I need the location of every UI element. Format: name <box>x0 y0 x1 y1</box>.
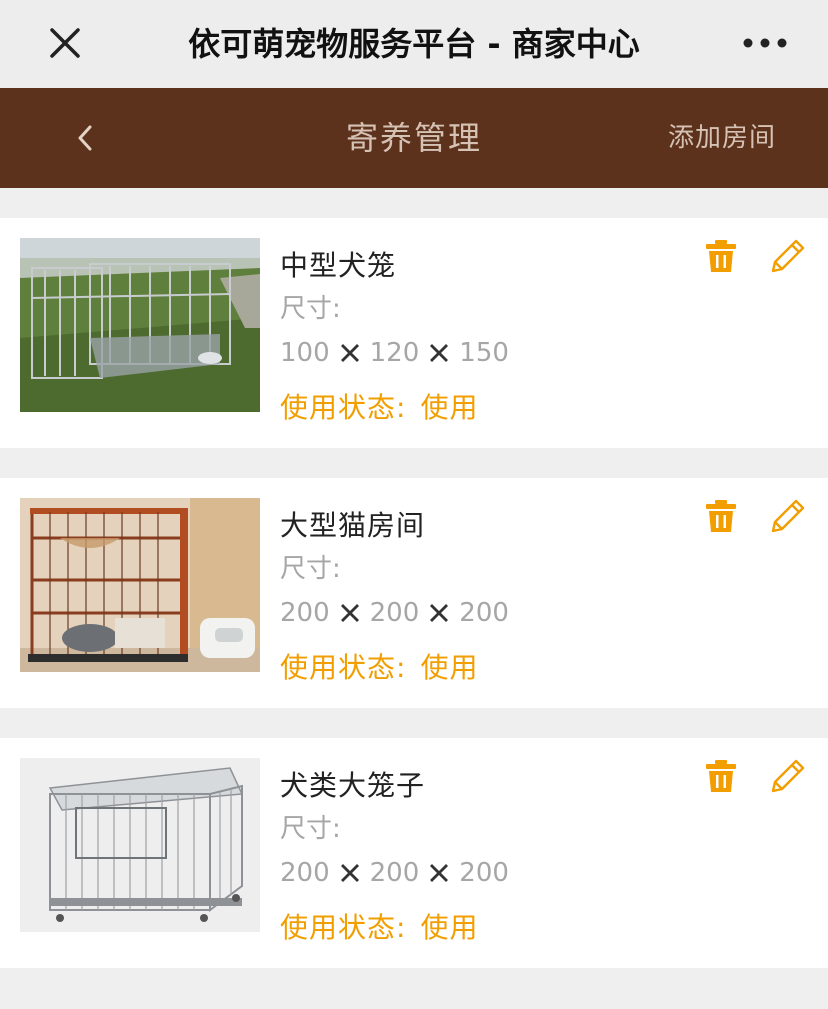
room-dimensions: 200 200 200 <box>280 858 509 888</box>
pencil-icon[interactable] <box>770 758 806 794</box>
pencil-icon[interactable] <box>770 498 806 534</box>
times-icon <box>430 344 449 362</box>
room-photo-steel-cage <box>20 758 260 932</box>
room-list: 中型犬笼 尺寸: 100 120 150 使用状态: 使用 大型猫房间 尺寸: … <box>0 218 828 998</box>
status-value: 使用 <box>420 911 479 944</box>
trash-icon[interactable] <box>704 238 738 274</box>
room-card[interactable]: 中型犬笼 尺寸: 100 120 150 使用状态: 使用 <box>0 218 828 448</box>
status-value: 使用 <box>420 651 479 684</box>
more-icon[interactable] <box>742 34 788 52</box>
trash-icon[interactable] <box>704 498 738 534</box>
room-dimensions: 200 200 200 <box>280 598 509 628</box>
room-card[interactable]: 犬类大笼子 尺寸: 200 200 200 使用状态: 使用 <box>0 738 828 968</box>
close-icon[interactable] <box>44 22 86 64</box>
dimension-height: 150 <box>459 338 509 368</box>
window-title: 依可萌宠物服务平台 - 商家中心 <box>188 25 640 63</box>
usage-status: 使用状态: 使用 <box>280 906 478 946</box>
dimension-width: 120 <box>369 338 420 368</box>
dimension-height: 200 <box>459 598 509 628</box>
times-icon <box>430 864 449 882</box>
size-label: 尺寸: <box>280 814 341 844</box>
dimension-length: 100 <box>280 338 330 368</box>
trash-icon[interactable] <box>704 758 738 794</box>
room-dimensions: 100 120 150 <box>280 338 509 368</box>
pencil-icon[interactable] <box>770 238 806 274</box>
room-name: 犬类大笼子 <box>280 769 426 802</box>
usage-status: 使用状态: 使用 <box>280 386 478 426</box>
times-icon <box>340 344 359 362</box>
dimension-length: 200 <box>280 598 330 628</box>
times-icon <box>430 604 449 622</box>
status-value: 使用 <box>420 391 479 424</box>
times-icon <box>340 604 359 622</box>
room-name: 中型犬笼 <box>280 249 397 282</box>
dimension-length: 200 <box>280 858 330 888</box>
dimension-width: 200 <box>369 858 420 888</box>
usage-status: 使用状态: 使用 <box>280 646 478 686</box>
size-label: 尺寸: <box>280 294 341 324</box>
dimension-height: 200 <box>459 858 509 888</box>
status-label: 使用状态: <box>280 391 407 424</box>
room-photo-dog-cage <box>20 238 260 412</box>
dimension-width: 200 <box>369 598 420 628</box>
room-card[interactable]: 大型猫房间 尺寸: 200 200 200 使用状态: 使用 <box>0 478 828 708</box>
status-label: 使用状态: <box>280 651 407 684</box>
add-room-button[interactable]: 添加房间 <box>668 88 776 188</box>
status-label: 使用状态: <box>280 911 407 944</box>
wechat-title-bar: 依可萌宠物服务平台 - 商家中心 <box>0 0 828 88</box>
room-name: 大型猫房间 <box>280 509 426 542</box>
times-icon <box>340 864 359 882</box>
page-header: 寄养管理 添加房间 <box>0 88 828 188</box>
size-label: 尺寸: <box>280 554 341 584</box>
room-photo-cat-house <box>20 498 260 672</box>
